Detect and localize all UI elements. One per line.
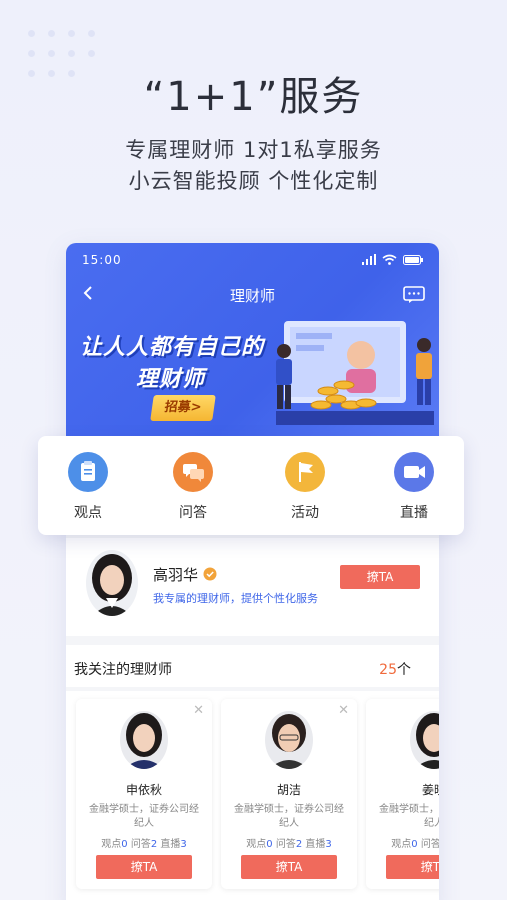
my-advisor-card: 高羽华 我专属的理财师，提供个性化服务 撩TA xyxy=(66,538,439,636)
menu-item-qa[interactable]: 问答 xyxy=(153,452,233,522)
following-header: 我关注的理财师 25个 xyxy=(66,645,439,687)
card-stats: 观点0 问答2 直播3 xyxy=(246,839,332,850)
advisor-card[interactable]: ✕ 申依秋 金融学硕士，证券公司经纪人 观点0 问答2 直播3 撩TA xyxy=(76,699,212,889)
card-description: 金融学硕士，证券公司经纪人 xyxy=(234,804,344,829)
clipboard-icon xyxy=(68,452,108,492)
following-title: 我关注的理财师 xyxy=(74,662,172,678)
chat-icon xyxy=(173,452,213,492)
page-title: 理财师 xyxy=(229,287,275,305)
status-bar: 15:00 xyxy=(82,253,423,269)
menu-item-viewpoints[interactable]: 观点 xyxy=(48,452,128,522)
banner-illustration xyxy=(276,321,434,425)
hero-subtitle-2: 小云智能投顾 个性化定制 xyxy=(128,169,379,193)
card-description: 金融学硕士，证券公司经纪人 xyxy=(89,804,199,829)
menu-label: 活动 xyxy=(291,505,319,521)
status-time: 15:00 xyxy=(82,253,122,267)
recruit-button[interactable]: 招募> xyxy=(150,395,216,421)
following-count-number: 25 xyxy=(379,662,397,678)
banner-headline-2: 理财师 xyxy=(136,367,206,392)
following-count-unit: 个 xyxy=(397,662,411,678)
menu-item-activity[interactable]: 活动 xyxy=(265,452,345,522)
contact-button[interactable]: 撩TA xyxy=(96,855,192,879)
avatar xyxy=(265,711,313,769)
card-description: 金融学硕士，证券公司经纪人 xyxy=(379,804,439,829)
card-stats: 观点0 问答2 直播3 xyxy=(101,839,187,850)
battery-icon xyxy=(403,254,423,265)
avatar xyxy=(120,711,168,769)
advisor-description: 我专属的理财师，提供个性化服务 xyxy=(153,592,318,605)
quick-menu: 观点 问答 活动 直播 xyxy=(38,436,464,535)
menu-item-live[interactable]: 直播 xyxy=(374,452,454,522)
signal-icon xyxy=(362,254,376,265)
message-icon[interactable] xyxy=(403,286,425,304)
advisor-name-text: 高羽华 xyxy=(153,566,199,584)
close-icon[interactable]: ✕ xyxy=(193,703,204,718)
following-count: 25个 xyxy=(379,659,411,679)
hero-title: “1+1”服务 xyxy=(143,74,364,120)
avatar xyxy=(410,711,439,769)
banner-headline: 让人人都有自己的 xyxy=(80,335,265,360)
menu-label: 观点 xyxy=(74,505,102,521)
advisor-card-list: ✕ 申依秋 金融学硕士，证券公司经纪人 观点0 问答2 直播3 撩TA ✕ 胡洁… xyxy=(66,691,439,900)
card-name: 申依秋 xyxy=(125,783,162,797)
contact-button[interactable]: 撩TA xyxy=(241,855,337,879)
wifi-icon xyxy=(382,254,397,265)
card-name: 姜晓 xyxy=(421,783,439,797)
contact-advisor-button[interactable]: 撩TA xyxy=(340,565,420,589)
advisor-card[interactable]: ✕ 姜晓 金融学硕士，证券公司经纪人 观点0 问答2 直播3 撩TA xyxy=(366,699,439,889)
close-icon[interactable]: ✕ xyxy=(338,703,349,718)
hero-subtitle-1: 专属理财师 1对1私享服务 xyxy=(125,138,382,162)
video-camera-icon xyxy=(394,452,434,492)
card-stats: 观点0 问答2 直播3 xyxy=(391,839,439,850)
flag-icon xyxy=(285,452,325,492)
app-header: 15:00 理财师 让人人都有自己的 理财师 招募> xyxy=(66,243,439,438)
advisor-card[interactable]: ✕ 胡洁 金融学硕士，证券公司经纪人 观点0 问答2 直播3 撩TA xyxy=(221,699,357,889)
menu-label: 问答 xyxy=(179,505,207,521)
contact-button[interactable]: 撩TA xyxy=(386,855,439,879)
avatar xyxy=(86,550,138,616)
card-name: 胡洁 xyxy=(276,783,301,797)
advisor-name: 高羽华 xyxy=(153,564,217,585)
verified-badge-icon xyxy=(203,567,217,581)
phone-mockup: 15:00 理财师 让人人都有自己的 理财师 招募> 高羽华 我专属的理财师，提… xyxy=(66,243,439,900)
menu-label: 直播 xyxy=(400,505,428,521)
